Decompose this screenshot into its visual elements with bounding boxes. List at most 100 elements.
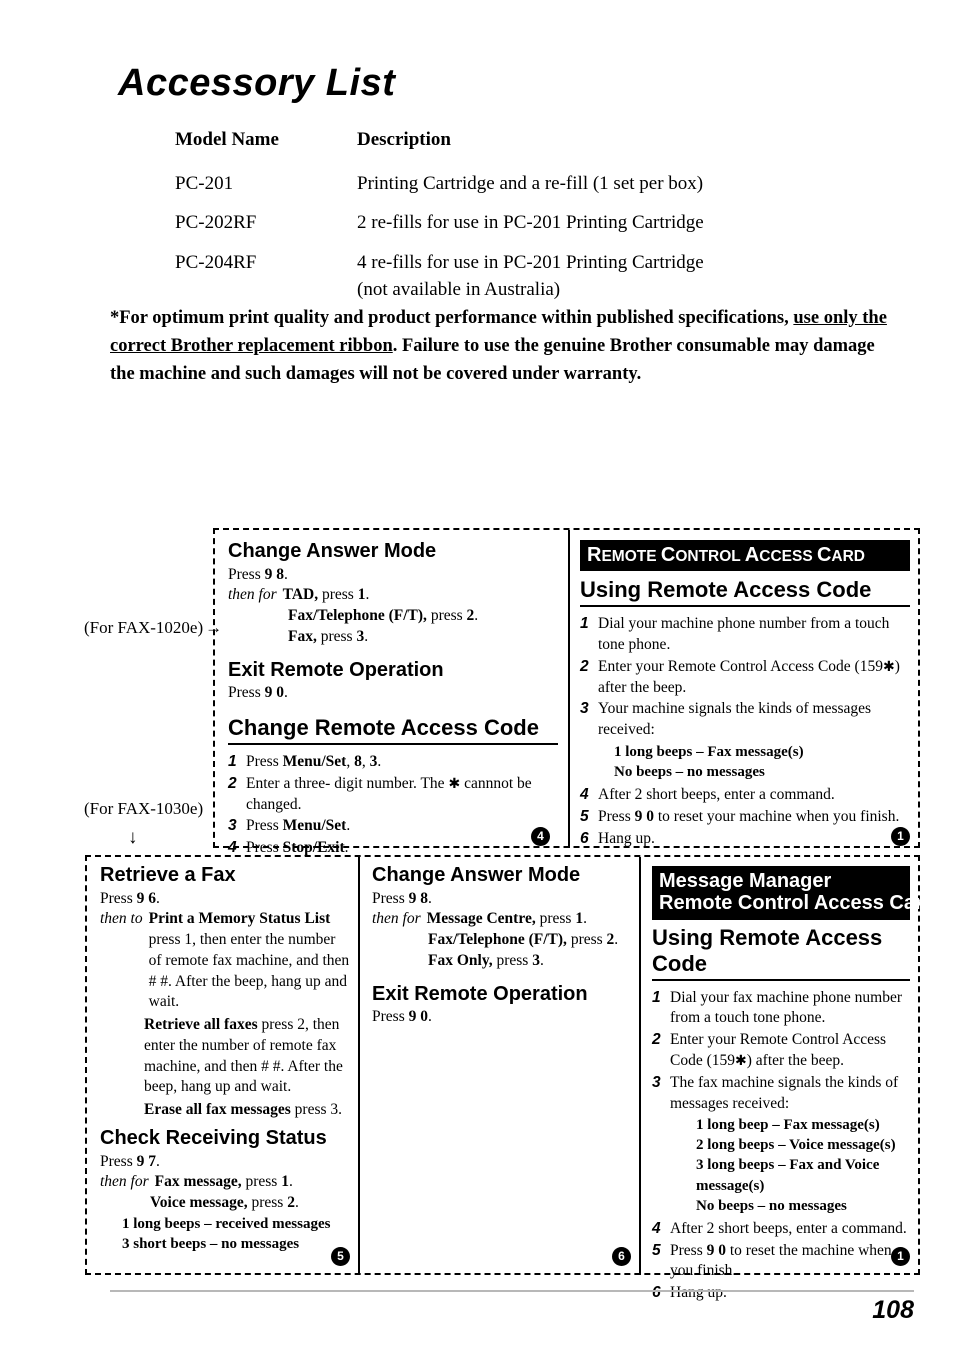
step-post: ) after the beep. bbox=[746, 1051, 844, 1069]
step-pre: Enter a three- digit number. The bbox=[246, 774, 449, 792]
heading-retrieve-a-fax: Retrieve a Fax bbox=[100, 864, 236, 886]
option-end: . bbox=[614, 931, 619, 949]
then-for-row: then for Fax message, press 1. bbox=[100, 1172, 350, 1193]
arrow-down-icon: ↓ bbox=[128, 827, 138, 848]
option-end: . bbox=[583, 910, 587, 928]
option-row: Fax/Telephone (F/T), press 2. bbox=[372, 930, 628, 951]
banner-line-remote-control-access-card: Remote Control Access Card bbox=[659, 892, 935, 915]
key-sequence: 9 8 bbox=[264, 565, 284, 583]
step-item: 1 Dial your fax machine phone number fro… bbox=[652, 988, 910, 1030]
banner-cap: C bbox=[660, 544, 676, 566]
period: . bbox=[283, 684, 288, 702]
option-press: press bbox=[426, 607, 467, 625]
step-item: 6 Hang up. bbox=[580, 829, 910, 850]
step-text: The fax machine signals the kinds of mes… bbox=[670, 1073, 899, 1112]
press-96-line: Press 9 6. bbox=[100, 889, 350, 910]
heading-using-remote-access-code: Using Remote Access Code bbox=[580, 577, 910, 608]
step-text: Press 9 0 to reset the machine when you … bbox=[670, 1241, 910, 1283]
step-text: Hang up. bbox=[598, 829, 655, 847]
press-90-line: Press 9 0. bbox=[372, 1007, 628, 1028]
step-number: 2 bbox=[228, 774, 237, 792]
press-label: Press bbox=[100, 1152, 137, 1170]
steps-using-remote-access-code: 1 Dial your machine phone number from a … bbox=[580, 614, 910, 849]
banner-remote-control-access-card: REMOTE CONTROL ACCESS CARD bbox=[580, 540, 910, 572]
then-for-label: then for bbox=[372, 910, 421, 928]
key-sequence: 9 0 bbox=[264, 684, 284, 702]
beep-line: No beeps – no messages bbox=[614, 764, 765, 781]
step-item: 5 Press 9 0 to reset your machine when y… bbox=[580, 807, 910, 828]
option-press: press bbox=[241, 1173, 282, 1191]
step-number: 3 bbox=[228, 817, 237, 835]
option-end: . bbox=[364, 627, 369, 645]
banner-rest: EMOTE bbox=[601, 548, 661, 565]
option-name: Fax Only, bbox=[428, 951, 493, 969]
option-row: Fax/Telephone (F/T), press 2. bbox=[228, 606, 558, 627]
step-number: 5 bbox=[580, 807, 589, 825]
option-name: Retrieve all faxes bbox=[144, 1016, 258, 1034]
option-body: press 1, then enter the number of remote… bbox=[148, 931, 350, 1011]
beep-line: 1 long beeps – Fax message(s) bbox=[614, 743, 804, 760]
option-key: 1 bbox=[575, 910, 584, 928]
step-text: Dial your fax machine phone number from … bbox=[670, 988, 902, 1027]
heading-check-receiving-status: Check Receiving Status bbox=[100, 1127, 327, 1150]
card-retrieve-a-fax: Retrieve a Fax Press 9 6. then to Print … bbox=[100, 864, 350, 1254]
banner-rest: CCESS bbox=[759, 548, 817, 565]
asterisk-icon: ✱ bbox=[735, 1052, 747, 1069]
option-end: . bbox=[294, 1194, 299, 1212]
key-sequence: 9 8 bbox=[408, 889, 428, 907]
banner-line-message-manager: Message Manager bbox=[659, 870, 832, 892]
step-mid: , bbox=[346, 752, 355, 770]
step-post: . bbox=[377, 752, 382, 770]
step-item: 3 The fax machine signals the kinds of m… bbox=[652, 1073, 910, 1115]
period: . bbox=[283, 565, 288, 583]
option-press: press bbox=[566, 931, 607, 949]
option-name: Voice message, bbox=[150, 1194, 248, 1212]
step-item: 2 Enter your Remote Control Access Code … bbox=[652, 1030, 910, 1072]
step-key: Stop/Exit bbox=[282, 839, 345, 857]
step-pre: Press bbox=[246, 752, 283, 770]
option-name: Message Centre, bbox=[426, 910, 536, 928]
option-press: press bbox=[492, 951, 533, 969]
press-97-line: Press 9 7. bbox=[100, 1152, 350, 1173]
step-text: Dial your machine phone number from a to… bbox=[598, 615, 890, 654]
beep-line: 2 long beeps – Voice message(s) bbox=[696, 1137, 896, 1154]
step-number: 5 bbox=[652, 1241, 661, 1259]
option-press: press bbox=[247, 1194, 288, 1212]
step-number: 3 bbox=[580, 700, 589, 718]
label-1020e-text: (For FAX-1020e) bbox=[84, 618, 204, 637]
step-item: 3 Press Menu/Set. bbox=[228, 816, 558, 837]
period: . bbox=[155, 1152, 160, 1170]
beep-line: 3 long beeps – Fax and Voice message(s) bbox=[696, 1157, 880, 1194]
option-key: 3 bbox=[532, 951, 540, 969]
step-item: 2 Enter a three- digit number. The ✱ can… bbox=[228, 774, 558, 816]
footer-divider bbox=[110, 1290, 914, 1292]
key-sequence: 9 7 bbox=[136, 1152, 156, 1170]
banner-cap: R bbox=[587, 544, 602, 566]
piece-number-badge: 1 bbox=[891, 1247, 910, 1266]
option-name: Fax message, bbox=[154, 1173, 242, 1191]
step-text: Press 9 0 to reset your machine when you… bbox=[598, 807, 910, 828]
step-number: 4 bbox=[652, 1219, 661, 1237]
option-press: press bbox=[316, 627, 357, 645]
heading-change-answer-mode: Change Answer Mode bbox=[372, 864, 581, 886]
option-end: . bbox=[288, 1173, 293, 1191]
status-option: Fax message, press 1. bbox=[155, 1172, 350, 1193]
step-number: 6 bbox=[652, 1284, 661, 1302]
asterisk-icon: ✱ bbox=[448, 775, 461, 792]
step-mid: , bbox=[361, 752, 370, 770]
card-change-answer-mode-1030e: Change Answer Mode Press 9 8. then for M… bbox=[372, 864, 628, 1028]
step-item: 4 After 2 short beeps, enter a command. bbox=[580, 785, 910, 806]
card-remote-control-access: REMOTE CONTROL ACCESS CARD Using Remote … bbox=[580, 540, 910, 850]
divider-row2-right bbox=[639, 857, 641, 1275]
piece-number-badge: 6 bbox=[612, 1247, 631, 1266]
then-to-label: then to bbox=[100, 910, 143, 928]
step-key: Menu/Set bbox=[282, 752, 347, 770]
option-name: Fax/Telephone (F/T), bbox=[288, 607, 427, 625]
step-pre: Press bbox=[246, 839, 283, 857]
asterisk-icon: ✱ bbox=[882, 658, 895, 675]
card-message-manager-remote-control: Message Manager Remote Control Access Ca… bbox=[652, 866, 935, 1305]
press-98-line: Press 9 8. bbox=[372, 889, 628, 910]
press-label: Press bbox=[228, 684, 265, 702]
status-option: Voice message, press 2. bbox=[100, 1193, 350, 1214]
step-item: 3 Your machine signals the kinds of mess… bbox=[580, 699, 910, 741]
